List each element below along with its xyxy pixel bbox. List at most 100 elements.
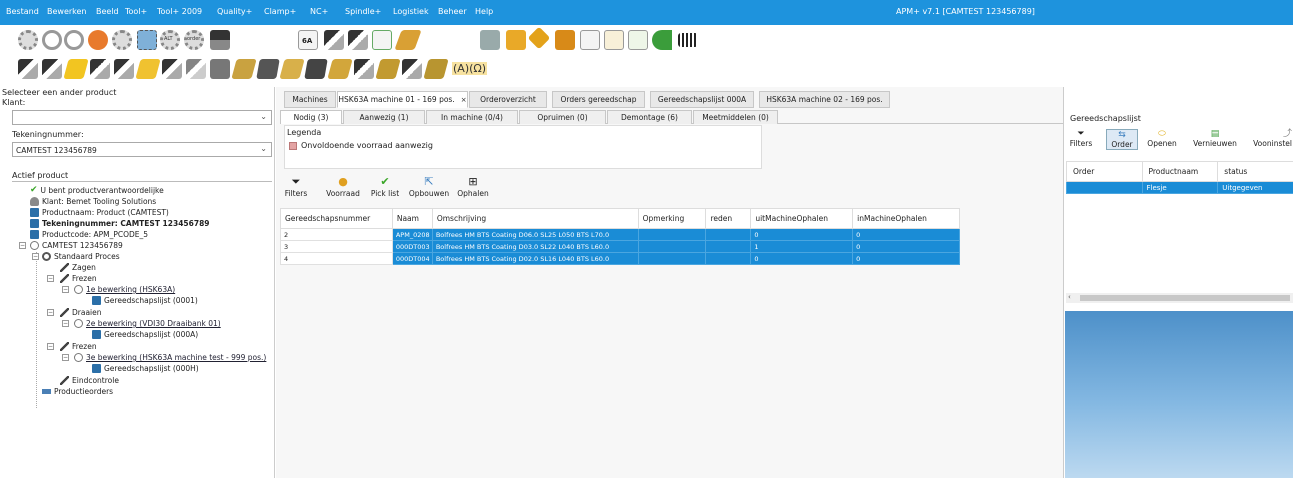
table-row[interactable]: 4 000DT004 Bolfrees HM BTS Coating D02.0…: [280, 252, 960, 265]
collapse-icon[interactable]: −: [47, 343, 54, 350]
tree-item-operation[interactable]: Frezen: [60, 341, 97, 352]
tab-orders-gereedschap[interactable]: Orders gereedschap: [552, 91, 645, 108]
add-tool-icon[interactable]: [372, 30, 392, 50]
tekening-select[interactable]: CAMTEST 123456789 ⌄: [12, 142, 272, 157]
user-icon[interactable]: [88, 30, 108, 50]
gear-order-icon[interactable]: order: [184, 30, 204, 50]
omega-icon[interactable]: (A)(Ω): [452, 62, 488, 75]
tree-item-operation[interactable]: Draaien: [60, 307, 102, 318]
chuck-icon[interactable]: [256, 59, 280, 79]
table-row[interactable]: Flesje Uitgegeven: [1066, 181, 1293, 194]
order-button[interactable]: ⇆ Order: [1106, 129, 1138, 150]
cutter-icon[interactable]: [162, 59, 182, 79]
tab-orderoverzicht[interactable]: Orderoverzicht: [469, 91, 547, 108]
insert-icon[interactable]: [135, 59, 161, 79]
pick-list-button[interactable]: ✔ Pick list: [368, 175, 402, 198]
spindle-icon[interactable]: [402, 59, 422, 79]
shrink-icon[interactable]: [279, 59, 305, 79]
column-header[interactable]: inMachineOphalen: [852, 208, 960, 229]
grid-select-icon[interactable]: [137, 30, 157, 50]
box-icon[interactable]: [506, 30, 526, 50]
subtab-meetmiddelen[interactable]: Meetmiddelen (0): [693, 110, 778, 124]
magnifier-zoom-icon[interactable]: [64, 30, 84, 50]
menu-quality-plus[interactable]: Quality+: [217, 7, 252, 16]
openen-button[interactable]: ⬭ Openen: [1146, 129, 1178, 148]
close-icon[interactable]: ×: [461, 96, 467, 104]
column-header[interactable]: Naam: [391, 208, 433, 229]
menu-clamp-plus[interactable]: Clamp+: [264, 7, 296, 16]
shank-icon[interactable]: [423, 59, 449, 79]
column-header[interactable]: reden: [705, 208, 752, 229]
adapter-icon[interactable]: [304, 59, 328, 79]
column-header[interactable]: Opmerking: [637, 208, 707, 229]
subtab-opruimen[interactable]: Opruimen (0): [519, 110, 606, 124]
checklist-icon[interactable]: [604, 30, 624, 50]
column-header[interactable]: Omschrijving: [431, 208, 639, 229]
tree-item-root[interactable]: CAMTEST 123456789: [30, 240, 123, 251]
collapse-icon[interactable]: −: [62, 320, 69, 327]
holder-icon[interactable]: [210, 59, 230, 79]
column-header[interactable]: Gereedschapsnummer: [280, 208, 393, 229]
reamer-icon[interactable]: [90, 59, 110, 79]
menu-tool-plus-2009[interactable]: Tool+ 2009: [157, 7, 202, 16]
collapse-icon[interactable]: −: [32, 253, 39, 260]
menu-logistiek[interactable]: Logistiek: [393, 7, 429, 16]
tree-item-machining[interactable]: 1e bewerking (HSK63A): [74, 284, 175, 295]
endmill-icon[interactable]: [18, 59, 38, 79]
barcode-icon[interactable]: [678, 33, 698, 47]
scrollbar-thumb[interactable]: [1080, 295, 1290, 301]
tool-drill-icon[interactable]: [348, 30, 368, 50]
package-icon[interactable]: [555, 30, 575, 50]
extension-icon[interactable]: [327, 59, 353, 79]
gear-settings-icon[interactable]: [112, 30, 132, 50]
vernieuwen-button[interactable]: ▤ Vernieuwen: [1192, 129, 1238, 148]
vooninstel-button[interactable]: ⤴ Vooninstel: [1240, 129, 1292, 148]
voorraad-button[interactable]: ● Voorraad: [324, 175, 362, 198]
tree-item-toollist[interactable]: Gereedschapslijst (0001): [92, 295, 198, 306]
boring-bar-icon[interactable]: [186, 59, 206, 79]
collet-icon[interactable]: [231, 59, 257, 79]
column-header[interactable]: Productnaam: [1141, 161, 1219, 182]
drill-bit-icon[interactable]: [42, 59, 62, 79]
ophalen-button[interactable]: ⊞ Ophalen: [454, 175, 492, 198]
scroll-left-icon[interactable]: ‹: [1068, 293, 1071, 301]
tool-assembly-icon[interactable]: [354, 59, 374, 79]
tree-item-operation[interactable]: Eindcontrole: [60, 375, 119, 386]
tab-hsk63a-machine-01[interactable]: HSK63A machine 01 - 169 pos. ×: [337, 91, 468, 108]
tab-hsk63a-machine-02[interactable]: HSK63A machine 02 - 169 pos.: [759, 91, 890, 108]
menu-nc-plus[interactable]: NC+: [310, 7, 328, 16]
report-icon[interactable]: [628, 30, 648, 50]
menu-tool-plus[interactable]: Tool+: [125, 7, 147, 16]
tree-item-operation[interactable]: Frezen: [60, 273, 97, 284]
wrench-icon[interactable]: [527, 26, 551, 50]
column-header[interactable]: Order: [1066, 161, 1143, 182]
filters-button[interactable]: ⏷ Filters: [1068, 129, 1094, 148]
collapse-icon[interactable]: −: [47, 309, 54, 316]
list-icon[interactable]: [580, 30, 600, 50]
tree-item-process[interactable]: Standaard Proces: [42, 251, 120, 262]
table-row[interactable]: 3 000DT003 Bolfrees HM BTS Coating D03.0…: [280, 240, 960, 253]
menu-help[interactable]: Help: [475, 7, 493, 16]
menu-bestand[interactable]: Bestand: [6, 7, 39, 16]
tab-gereedschapslijst-000a[interactable]: Gereedschapslijst 000A: [650, 91, 754, 108]
tree-item-machining[interactable]: 3e bewerking (HSK63A machine test - 999 …: [74, 352, 266, 363]
opbouwen-button[interactable]: ⇱ Opbouwen: [407, 175, 451, 198]
tool-holder-icon[interactable]: [324, 30, 344, 50]
magnet-icon[interactable]: [652, 30, 672, 50]
tree-item-toollist[interactable]: Gereedschapslijst (000H): [92, 363, 199, 374]
collapse-icon[interactable]: −: [62, 354, 69, 361]
subtab-demontage[interactable]: Demontage (6): [607, 110, 692, 124]
tree-item-machining[interactable]: 2e bewerking (VDI30 Draaibank 01): [74, 318, 221, 329]
gauge-icon[interactable]: [375, 59, 401, 79]
collapse-icon[interactable]: −: [47, 275, 54, 282]
tree-item-operation[interactable]: Zagen: [60, 262, 96, 273]
measure-icon[interactable]: [394, 30, 422, 50]
pencil-icon[interactable]: [63, 59, 89, 79]
column-header[interactable]: uitMachineOphalen: [750, 208, 854, 229]
collapse-icon[interactable]: −: [19, 242, 26, 249]
menu-beheer[interactable]: Beheer: [438, 7, 467, 16]
menu-beeld[interactable]: Beeld: [96, 7, 119, 16]
table-row[interactable]: 2 APM_0208 Bolfrees HM BTS Coating D06.0…: [280, 228, 960, 241]
column-header[interactable]: status: [1217, 161, 1293, 182]
subtab-nodig[interactable]: Nodig (3): [280, 110, 342, 124]
